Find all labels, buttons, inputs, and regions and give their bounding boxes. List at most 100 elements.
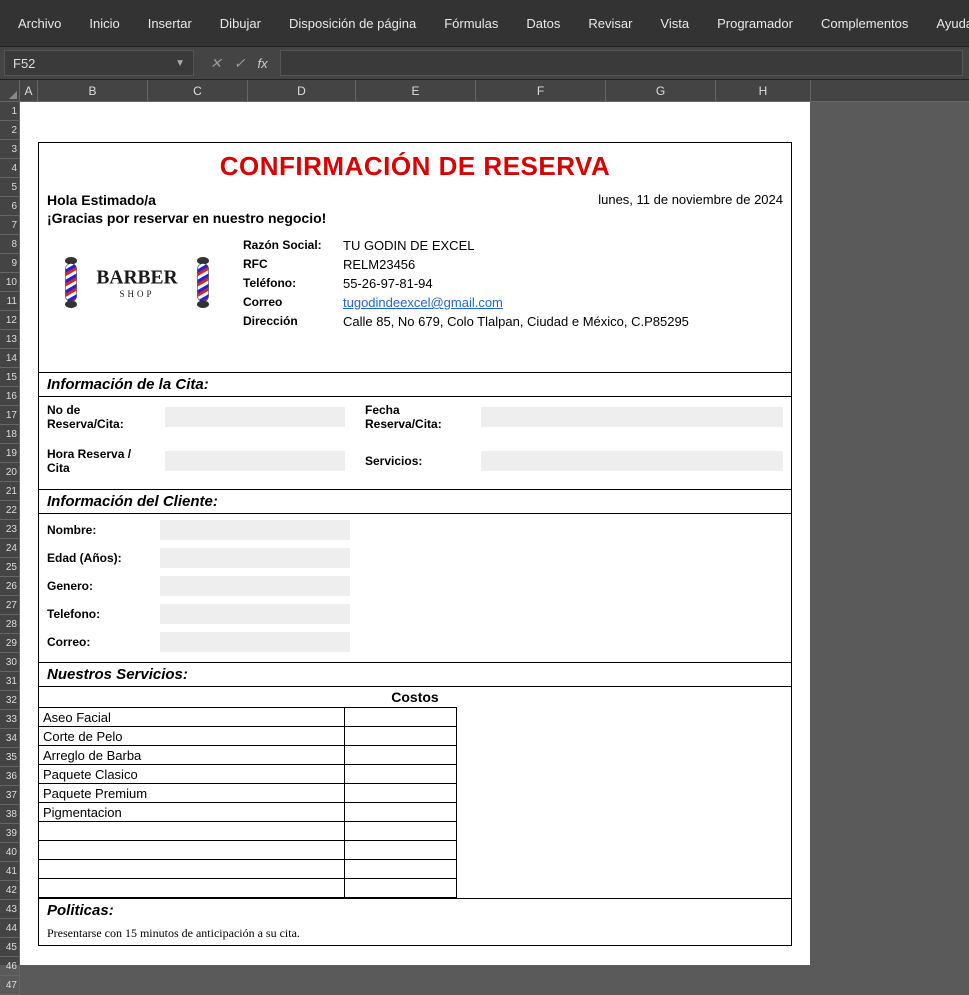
servicio-cell[interactable]: Aseo Facial [39, 708, 344, 727]
row-header-1[interactable]: 1 [0, 102, 20, 121]
servicio-cell[interactable] [39, 860, 344, 879]
costo-cell[interactable] [344, 746, 456, 765]
telefono-input[interactable] [160, 604, 350, 624]
fx-icon[interactable]: fx [251, 56, 273, 71]
row-header-46[interactable]: 46 [0, 957, 20, 976]
row-header-17[interactable]: 17 [0, 406, 20, 425]
cancel-icon[interactable]: ✕ [204, 55, 228, 72]
column-header-C[interactable]: C [148, 80, 248, 101]
row-header-6[interactable]: 6 [0, 197, 20, 216]
column-header-G[interactable]: G [606, 80, 716, 101]
column-header-B[interactable]: B [38, 80, 148, 101]
row-header-44[interactable]: 44 [0, 919, 20, 938]
costo-cell[interactable] [344, 765, 456, 784]
column-header-A[interactable]: A [20, 80, 38, 101]
row-header-3[interactable]: 3 [0, 140, 20, 159]
row-header-2[interactable]: 2 [0, 121, 20, 140]
chevron-down-icon[interactable]: ▼ [175, 58, 185, 69]
ribbon-tab-datos[interactable]: Datos [512, 8, 574, 39]
servicio-cell[interactable] [39, 822, 344, 841]
row-header-47[interactable]: 47 [0, 976, 20, 995]
row-header-30[interactable]: 30 [0, 653, 20, 672]
servicio-cell[interactable]: Pigmentacion [39, 803, 344, 822]
costo-cell[interactable] [344, 803, 456, 822]
ribbon-tab-ayuda[interactable]: Ayuda [922, 8, 969, 39]
servicio-cell[interactable]: Paquete Clasico [39, 765, 344, 784]
nombre-input[interactable] [160, 520, 350, 540]
servicio-cell[interactable] [39, 841, 344, 860]
column-header-H[interactable]: H [716, 80, 811, 101]
row-header-43[interactable]: 43 [0, 900, 20, 919]
row-header-42[interactable]: 42 [0, 881, 20, 900]
row-header-13[interactable]: 13 [0, 330, 20, 349]
row-header-20[interactable]: 20 [0, 463, 20, 482]
ribbon-tab-inicio[interactable]: Inicio [75, 8, 133, 39]
sheet-area[interactable]: CONFIRMACIÓN DE RESERVA Hola Estimado/a … [20, 102, 969, 965]
row-header-31[interactable]: 31 [0, 672, 20, 691]
costo-cell[interactable] [344, 841, 456, 860]
row-header-16[interactable]: 16 [0, 387, 20, 406]
row-header-7[interactable]: 7 [0, 216, 20, 235]
row-header-11[interactable]: 11 [0, 292, 20, 311]
servicio-cell[interactable]: Corte de Pelo [39, 727, 344, 746]
row-header-41[interactable]: 41 [0, 862, 20, 881]
ribbon-tab-complementos[interactable]: Complementos [807, 8, 922, 39]
edad-input[interactable] [160, 548, 350, 568]
costo-cell[interactable] [344, 708, 456, 727]
row-header-19[interactable]: 19 [0, 444, 20, 463]
costo-cell[interactable] [344, 784, 456, 803]
row-header-14[interactable]: 14 [0, 349, 20, 368]
servicio-cell[interactable] [39, 879, 344, 898]
row-header-32[interactable]: 32 [0, 691, 20, 710]
servicio-cell[interactable]: Paquete Premium [39, 784, 344, 803]
row-header-35[interactable]: 35 [0, 748, 20, 767]
row-header-9[interactable]: 9 [0, 254, 20, 273]
costo-cell[interactable] [344, 860, 456, 879]
row-header-36[interactable]: 36 [0, 767, 20, 786]
row-header-26[interactable]: 26 [0, 577, 20, 596]
row-header-8[interactable]: 8 [0, 235, 20, 254]
select-all-button[interactable] [0, 80, 20, 101]
row-header-15[interactable]: 15 [0, 368, 20, 387]
correo-cli-input[interactable] [160, 632, 350, 652]
ribbon-tab-fórmulas[interactable]: Fórmulas [430, 8, 512, 39]
confirm-icon[interactable]: ✓ [228, 55, 252, 72]
row-header-21[interactable]: 21 [0, 482, 20, 501]
row-header-38[interactable]: 38 [0, 805, 20, 824]
row-header-18[interactable]: 18 [0, 425, 20, 444]
row-header-28[interactable]: 28 [0, 615, 20, 634]
row-header-34[interactable]: 34 [0, 729, 20, 748]
costo-cell[interactable] [344, 822, 456, 841]
row-header-4[interactable]: 4 [0, 159, 20, 178]
row-header-24[interactable]: 24 [0, 539, 20, 558]
genero-input[interactable] [160, 576, 350, 596]
column-header-D[interactable]: D [248, 80, 356, 101]
costo-cell[interactable] [344, 879, 456, 898]
ribbon-tab-programador[interactable]: Programador [703, 8, 807, 39]
servicios-input[interactable] [481, 451, 783, 471]
row-header-5[interactable]: 5 [0, 178, 20, 197]
row-header-45[interactable]: 45 [0, 938, 20, 957]
fecha-reserva-input[interactable] [481, 407, 783, 427]
row-header-10[interactable]: 10 [0, 273, 20, 292]
ribbon-tab-revisar[interactable]: Revisar [574, 8, 646, 39]
hora-reserva-input[interactable] [165, 451, 345, 471]
ribbon-tab-dibujar[interactable]: Dibujar [206, 8, 275, 39]
row-header-29[interactable]: 29 [0, 634, 20, 653]
column-header-E[interactable]: E [356, 80, 476, 101]
row-header-12[interactable]: 12 [0, 311, 20, 330]
formula-input[interactable] [280, 50, 963, 76]
servicio-cell[interactable]: Arreglo de Barba [39, 746, 344, 765]
ribbon-tab-archivo[interactable]: Archivo [4, 8, 75, 39]
row-header-39[interactable]: 39 [0, 824, 20, 843]
row-header-25[interactable]: 25 [0, 558, 20, 577]
ribbon-tab-disposición-de-página[interactable]: Disposición de página [275, 8, 430, 39]
costo-cell[interactable] [344, 727, 456, 746]
row-header-33[interactable]: 33 [0, 710, 20, 729]
name-box[interactable]: F52 ▼ [4, 50, 194, 76]
ribbon-tab-vista[interactable]: Vista [646, 8, 703, 39]
row-header-23[interactable]: 23 [0, 520, 20, 539]
row-header-22[interactable]: 22 [0, 501, 20, 520]
row-header-27[interactable]: 27 [0, 596, 20, 615]
row-header-40[interactable]: 40 [0, 843, 20, 862]
